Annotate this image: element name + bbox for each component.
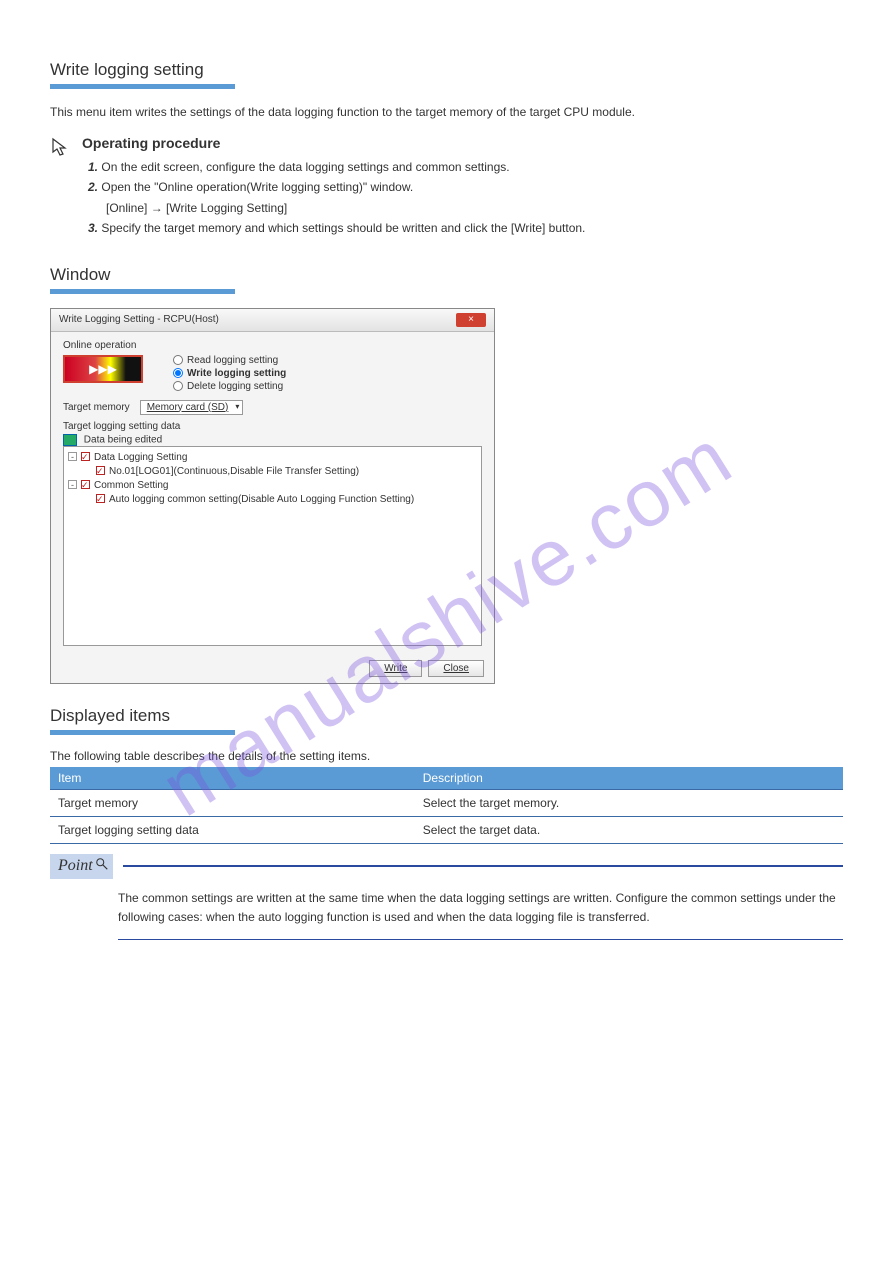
cell-desc-1: Select the target memory. <box>415 789 843 816</box>
online-operation-label: Online operation <box>63 340 482 351</box>
target-memory-select[interactable]: Memory card (SD) <box>140 400 244 415</box>
editor-icon <box>63 434 77 446</box>
dialog-title: Write Logging Setting - RCPU(Host) <box>59 314 219 325</box>
tree-checkbox[interactable] <box>81 452 90 461</box>
tree-collapse-icon[interactable]: - <box>68 452 77 461</box>
close-icon[interactable]: × <box>456 313 486 327</box>
tree-collapse-icon[interactable]: - <box>68 480 77 489</box>
th-description: Description <box>415 767 843 790</box>
th-item: Item <box>50 767 415 790</box>
step-2: Open the "Online operation(Write logging… <box>101 180 413 194</box>
cell-desc-2: Select the target data. <box>415 816 843 843</box>
step-2b: [Online] → [Write Logging Setting] <box>106 201 287 215</box>
target-memory-label: Target memory <box>63 402 130 413</box>
settings-tree[interactable]: - Data Logging Setting No.01[LOG01](Conti… <box>63 446 482 646</box>
step-prefix-3: 3. <box>88 221 98 235</box>
section-title-window: Window <box>50 265 843 285</box>
steps-list: 1. On the edit screen, configure the dat… <box>82 157 585 239</box>
radio-read-label: Read logging setting <box>187 355 278 366</box>
table-row: Target memory Select the target memory. <box>50 789 843 816</box>
close-button[interactable]: Close <box>428 660 484 677</box>
step-1: On the edit screen, configure the data l… <box>101 160 509 174</box>
point-badge: Point <box>50 854 113 879</box>
arrow-icon: ▶▶▶ <box>89 362 117 376</box>
tree-root-1: Data Logging Setting <box>94 452 187 463</box>
tree-child-2: Auto logging common setting(Disable Auto… <box>109 494 414 505</box>
items-intro: The following table describes the detail… <box>50 749 843 763</box>
write-button[interactable]: Write <box>369 660 422 677</box>
operating-procedure-heading: Operating procedure <box>82 135 585 151</box>
radio-delete-label: Delete logging setting <box>187 381 283 392</box>
point-badge-text: Point <box>58 857 93 875</box>
write-logging-dialog: Write Logging Setting - RCPU(Host) × Onl… <box>50 308 495 684</box>
radio-write-label: Write logging setting <box>187 368 286 379</box>
step-prefix-1: 1. <box>88 160 98 174</box>
step-3: Specify the target memory and which sett… <box>101 221 585 235</box>
tree-checkbox[interactable] <box>81 480 90 489</box>
tree-child-1: No.01[LOG01](Continuous,Disable File Tra… <box>109 466 359 477</box>
section-desc: This menu item writes the settings of th… <box>50 103 843 121</box>
section-underline-2 <box>50 289 235 294</box>
point-text: The common settings are written at the s… <box>50 879 843 939</box>
radio-delete[interactable]: Delete logging setting <box>173 381 286 392</box>
table-row: Target logging setting data Select the t… <box>50 816 843 843</box>
items-table: Item Description Target memory Select th… <box>50 767 843 844</box>
magnifier-icon <box>95 857 109 876</box>
tree-root-2: Common Setting <box>94 480 168 491</box>
cell-item-1: Target memory <box>50 789 415 816</box>
data-being-edited-label: Data being edited <box>84 434 162 445</box>
section-title-items: Displayed items <box>50 706 843 726</box>
step-prefix-2: 2. <box>88 180 98 194</box>
section-underline-3 <box>50 730 235 735</box>
online-graphic: ▶▶▶ <box>63 355 143 383</box>
section-underline <box>50 84 235 89</box>
target-setting-label: Target logging setting data <box>63 421 482 432</box>
point-rule-end <box>118 939 843 940</box>
section-title-write: Write logging setting <box>50 60 843 80</box>
cell-item-2: Target logging setting data <box>50 816 415 843</box>
tree-checkbox[interactable] <box>96 466 105 475</box>
point-rule <box>123 865 843 867</box>
radio-write[interactable]: Write logging setting <box>173 368 286 379</box>
radio-read[interactable]: Read logging setting <box>173 355 286 366</box>
tree-checkbox[interactable] <box>96 494 105 503</box>
mouse-pointer-icon <box>50 135 74 160</box>
